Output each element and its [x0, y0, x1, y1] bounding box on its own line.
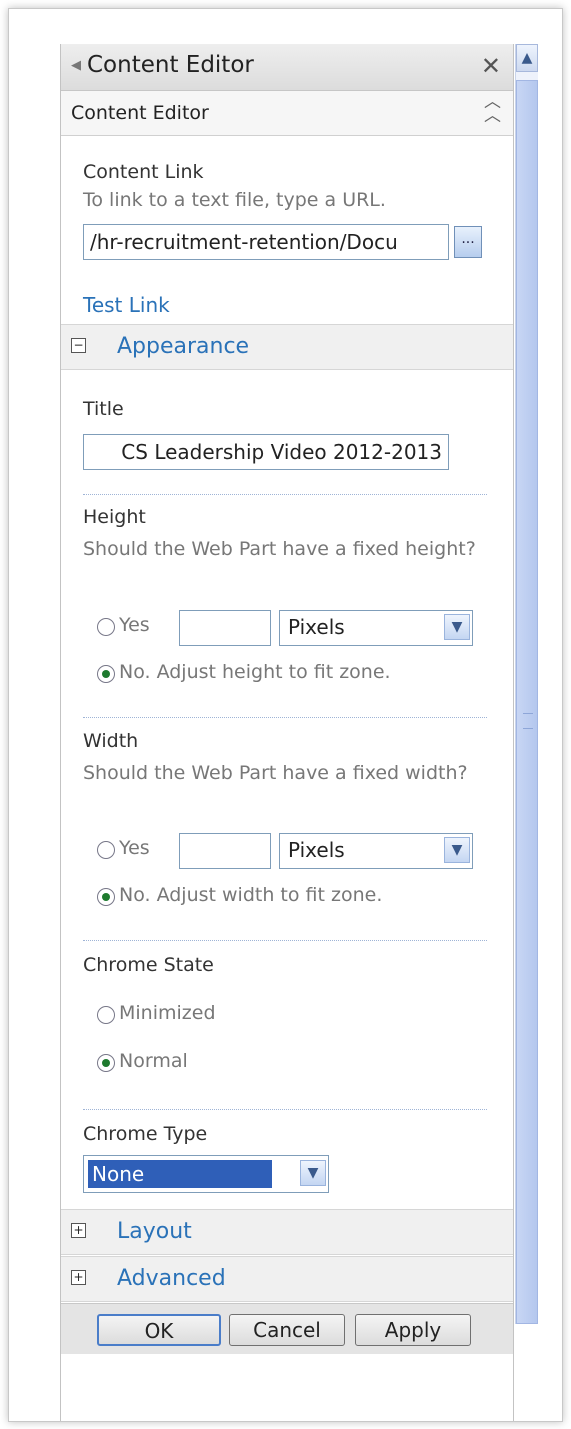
- appearance-section-title[interactable]: Appearance: [117, 334, 249, 359]
- height-value-input[interactable]: [179, 610, 271, 646]
- expand-plus-icon[interactable]: +: [71, 1223, 86, 1238]
- vertical-scrollbar[interactable]: ▲: [515, 44, 538, 1324]
- width-yes-radio[interactable]: [97, 841, 115, 859]
- title-label: Title: [83, 398, 124, 420]
- width-yes-label: Yes: [119, 837, 150, 859]
- content-link-input[interactable]: /hr-recruitment-retention/Docu: [83, 224, 449, 260]
- tool-pane-footer: OK Cancel Apply: [61, 1303, 513, 1354]
- width-unit-value: Pixels: [288, 838, 345, 862]
- divider: [83, 1109, 487, 1110]
- advanced-section-header[interactable]: + Advanced: [61, 1256, 513, 1302]
- chrome-type-select[interactable]: None ▼: [83, 1155, 329, 1193]
- browse-button[interactable]: ...: [454, 226, 482, 258]
- height-unit-value: Pixels: [288, 615, 345, 639]
- chrome-state-label: Chrome State: [83, 954, 214, 976]
- scrollbar-grip: [523, 713, 533, 729]
- ok-button[interactable]: OK: [97, 1314, 221, 1346]
- tool-pane-header: ◀ Content Editor ✕: [61, 44, 513, 91]
- double-chevron-up-icon[interactable]: ︿ ︿: [484, 94, 501, 125]
- chevron-down-icon[interactable]: ▼: [300, 1160, 326, 1186]
- tool-pane: ◀ Content Editor ✕ Content Editor ︿ ︿ Con…: [60, 44, 514, 1421]
- height-hint: Should the Web Part have a fixed height?: [83, 538, 476, 560]
- title-input[interactable]: CS Leadership Video 2012-2013: [83, 434, 449, 470]
- advanced-section-title[interactable]: Advanced: [117, 1266, 226, 1291]
- chevron-down-icon[interactable]: ▼: [444, 614, 470, 640]
- layout-section-header[interactable]: + Layout: [61, 1209, 513, 1255]
- width-unit-select[interactable]: Pixels ▼: [279, 833, 473, 869]
- height-yes-radio[interactable]: [97, 618, 115, 636]
- height-unit-select[interactable]: Pixels ▼: [279, 610, 473, 646]
- back-triangle-icon[interactable]: ◀: [71, 58, 81, 73]
- width-value-input[interactable]: [179, 833, 271, 869]
- scrollbar-thumb[interactable]: [516, 80, 538, 1324]
- test-link[interactable]: Test Link: [83, 293, 170, 317]
- content-link-hint: To link to a text file, type a URL.: [83, 189, 386, 211]
- divider: [83, 494, 487, 495]
- height-no-radio[interactable]: [97, 665, 115, 683]
- webpart-section-title: Content Editor: [71, 102, 209, 124]
- divider: [83, 717, 487, 718]
- chrome-type-value: None: [92, 1162, 145, 1186]
- height-no-label: No. Adjust height to fit zone.: [119, 661, 391, 683]
- apply-button[interactable]: Apply: [355, 1314, 471, 1346]
- webpart-section-header: Content Editor ︿ ︿: [61, 91, 513, 136]
- width-no-label: No. Adjust width to fit zone.: [119, 884, 383, 906]
- cancel-button[interactable]: Cancel: [229, 1314, 345, 1346]
- tool-pane-title: Content Editor: [87, 52, 254, 78]
- expand-plus-icon[interactable]: +: [71, 1270, 86, 1285]
- height-yes-label: Yes: [119, 614, 150, 636]
- width-hint: Should the Web Part have a fixed width?: [83, 762, 468, 784]
- chrome-minimized-radio[interactable]: [97, 1006, 115, 1024]
- width-label: Width: [83, 730, 139, 752]
- chrome-type-label: Chrome Type: [83, 1123, 208, 1145]
- chrome-minimized-label: Minimized: [119, 1002, 216, 1024]
- layout-section-title[interactable]: Layout: [117, 1219, 192, 1244]
- divider: [83, 940, 487, 941]
- close-icon[interactable]: ✕: [481, 52, 501, 80]
- height-label: Height: [83, 506, 146, 528]
- appearance-section-header[interactable]: − Appearance: [61, 324, 513, 370]
- chrome-normal-radio[interactable]: [97, 1054, 115, 1072]
- chrome-normal-label: Normal: [119, 1050, 188, 1072]
- collapse-minus-icon[interactable]: −: [71, 338, 86, 353]
- width-no-radio[interactable]: [97, 888, 115, 906]
- chevron-up-icon[interactable]: ▲: [516, 44, 538, 72]
- chevron-down-icon[interactable]: ▼: [444, 837, 470, 863]
- content-link-label: Content Link: [83, 161, 204, 183]
